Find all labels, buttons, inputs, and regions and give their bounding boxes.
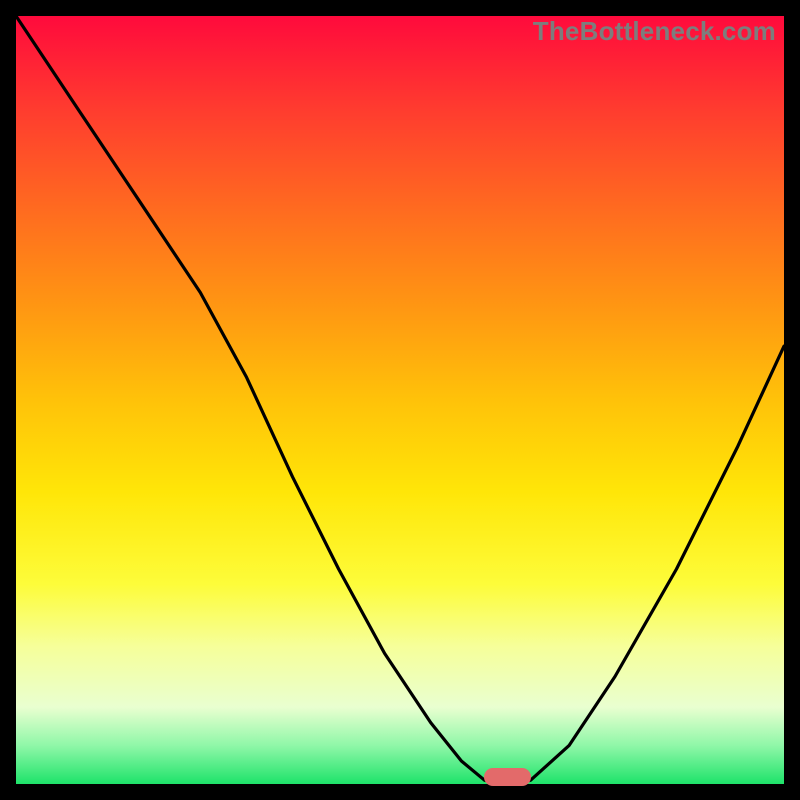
watermark-text: TheBottleneck.com xyxy=(533,16,776,47)
optimal-marker xyxy=(484,768,530,786)
chart-frame: TheBottleneck.com xyxy=(16,16,784,784)
bottleneck-curve xyxy=(16,16,784,784)
plot-area xyxy=(16,16,784,784)
